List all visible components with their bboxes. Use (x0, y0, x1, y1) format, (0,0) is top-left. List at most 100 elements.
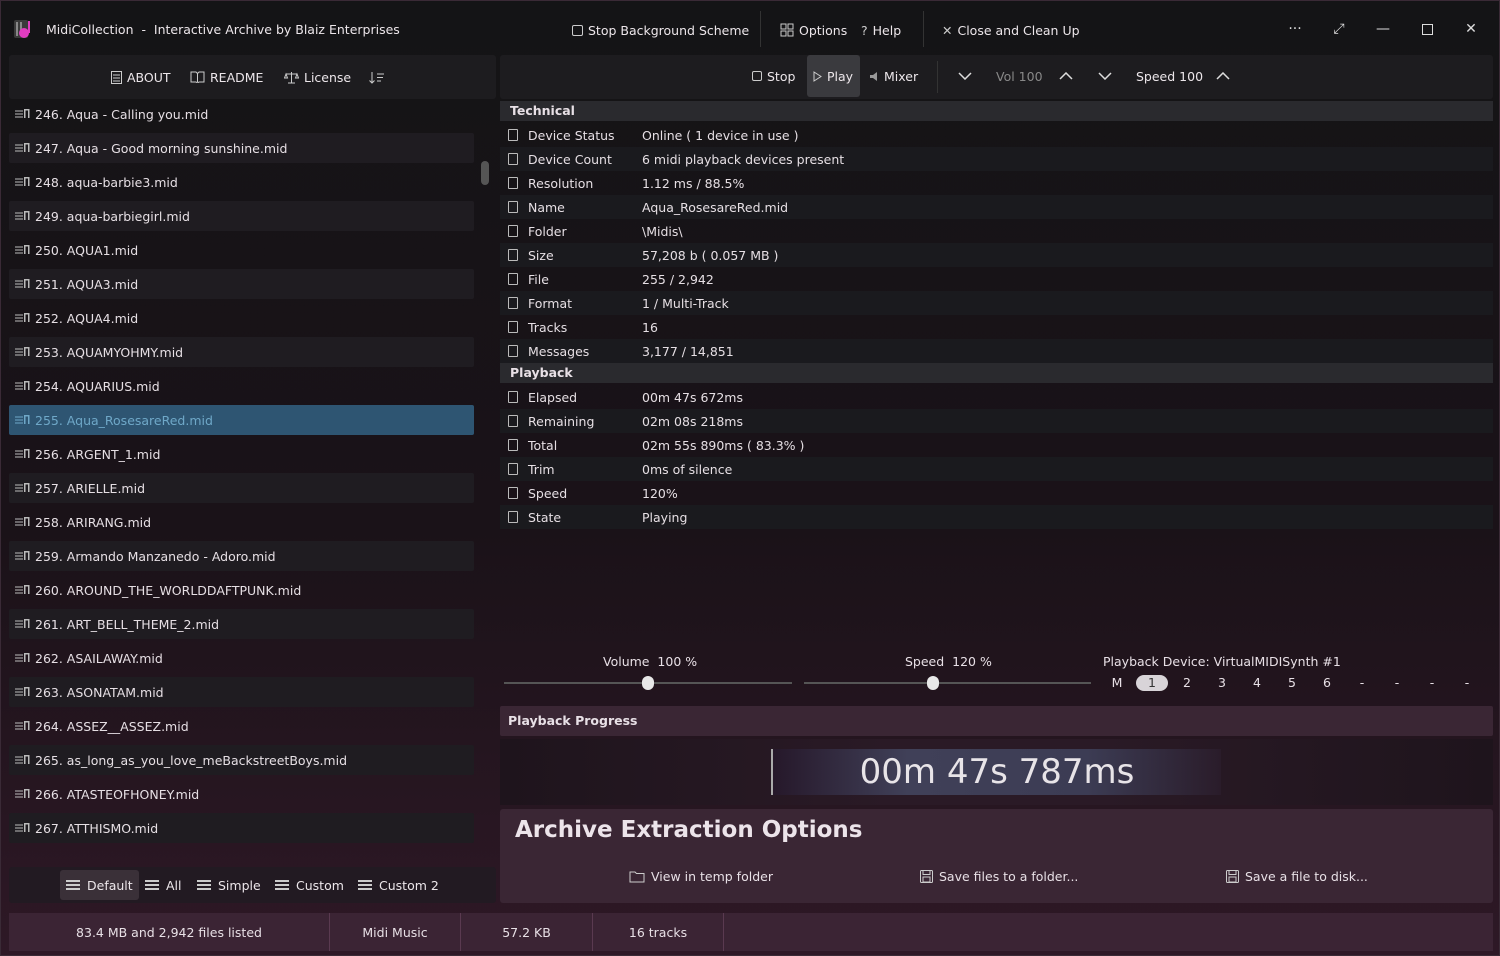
channel-button[interactable]: 6 (1311, 675, 1343, 691)
file-list-item[interactable]: 251. AQUA3.mid (9, 269, 474, 299)
file-list-item[interactable]: 267. ATTHISMO.mid (9, 813, 474, 843)
license-button[interactable]: License (284, 67, 351, 87)
save-file-to-disk-button[interactable]: Save a file to disk... (1226, 869, 1368, 884)
file-name: 246. Aqua - Calling you.mid (35, 106, 209, 122)
channel-button[interactable]: 3 (1206, 675, 1238, 691)
file-list-item[interactable]: 246. Aqua - Calling you.mid (9, 99, 474, 129)
file-list-item[interactable]: 259. Armando Manzanedo - Adoro.mid (9, 541, 474, 571)
mixer-button[interactable]: Mixer (863, 55, 924, 97)
more-icon[interactable]: ··· (1283, 17, 1307, 41)
file-list-item[interactable]: 255. Aqua_RosesareRed.mid (9, 405, 474, 435)
file-list-item[interactable]: 252. AQUA4.mid (9, 303, 474, 333)
file-list-item[interactable]: 260. AROUND_THE_WORLDDAFTPUNK.mid (9, 575, 474, 605)
file-list-item[interactable]: 248. aqua-barbie3.mid (9, 167, 474, 197)
file-name: 266. ATASTEOFHONEY.mid (35, 786, 200, 802)
speed-up-button[interactable] (1210, 55, 1236, 97)
file-list-item[interactable]: 264. ASSEZ__ASSEZ.mid (9, 711, 474, 741)
chevron-up-icon (1059, 72, 1073, 80)
file-list-item[interactable]: 253. AQUAMYOHMY.mid (9, 337, 474, 367)
channel-button[interactable]: 2 (1171, 675, 1203, 691)
info-value: \Midis\ (642, 223, 683, 239)
info-value: Aqua_RosesareRed.mid (642, 199, 789, 215)
info-value: 255 / 2,942 (642, 271, 714, 287)
file-list-item[interactable]: 266. ATASTEOFHONEY.mid (9, 779, 474, 809)
save-files-to-folder-button[interactable]: Save files to a folder... (920, 869, 1078, 884)
file-list-item[interactable]: 262. ASAILAWAY.mid (9, 643, 474, 673)
close-and-clean-up-button[interactable]: ✕ Close and Clean Up (942, 19, 1080, 41)
channel-button[interactable]: M (1101, 675, 1133, 691)
preset-simple-button[interactable]: Simple (191, 870, 267, 900)
channel-button[interactable]: - (1451, 675, 1483, 691)
file-list-item[interactable]: 256. ARGENT_1.mid (9, 439, 474, 469)
speed-label: Speed 120 % (905, 654, 992, 669)
help-icon: ? (861, 22, 868, 38)
play-button[interactable]: Play (807, 55, 860, 97)
sort-button[interactable] (369, 67, 385, 87)
info-row: Remaining 02m 08s 218ms (500, 409, 1493, 433)
music-note-icon (15, 345, 31, 359)
minimize-icon[interactable]: — (1371, 17, 1395, 41)
info-row: Name Aqua_RosesareRed.mid (500, 195, 1493, 219)
file-list-scrollbar[interactable] (481, 161, 489, 185)
help-label: Help (872, 22, 902, 38)
playback-progress-heading: Playback Progress (500, 706, 1493, 736)
list-icon (275, 880, 289, 890)
music-note-icon (15, 583, 31, 597)
music-note-icon (15, 481, 31, 495)
info-row: Format 1 / Multi-Track (500, 291, 1493, 315)
file-name: 264. ASSEZ__ASSEZ.mid (35, 718, 189, 734)
file-list-item[interactable]: 257. ARIELLE.mid (9, 473, 474, 503)
document-icon (508, 511, 518, 523)
preset-custom-button[interactable]: Custom (269, 870, 350, 900)
preset-custom2-button[interactable]: Custom 2 (352, 870, 445, 900)
status-summary: 83.4 MB and 2,942 files listed (76, 924, 262, 940)
channel-button[interactable]: 4 (1241, 675, 1273, 691)
stop-background-scheme-button[interactable]: Stop Background Scheme (572, 19, 749, 41)
channel-button[interactable]: - (1381, 675, 1413, 691)
info-row: Resolution 1.12 ms / 88.5% (500, 171, 1493, 195)
window-close-icon[interactable]: ✕ (1459, 17, 1483, 41)
about-button[interactable]: ABOUT (111, 67, 171, 87)
file-list-item[interactable]: 247. Aqua - Good morning sunshine.mid (9, 133, 474, 163)
file-list-item[interactable]: 250. AQUA1.mid (9, 235, 474, 265)
speed-down-button[interactable] (1092, 55, 1118, 97)
progress-time-display[interactable]: 00m 47s 787ms (771, 749, 1221, 795)
info-label: Remaining (528, 413, 595, 429)
volume-down-button[interactable] (952, 55, 978, 97)
channel-button[interactable]: - (1416, 675, 1448, 691)
document-icon (508, 391, 518, 403)
music-note-icon (15, 107, 31, 121)
help-button[interactable]: ? Help (861, 19, 901, 41)
file-list-item[interactable]: 265. as_long_as_you_love_meBackstreetBoy… (9, 745, 474, 775)
music-note-icon (15, 719, 31, 733)
volume-slider-knob[interactable] (642, 676, 654, 690)
speed-readout: Speed 100 (1136, 68, 1204, 84)
document-icon (508, 321, 518, 333)
info-value: 0ms of silence (642, 461, 733, 477)
file-list-item[interactable]: 249. aqua-barbiegirl.mid (9, 201, 474, 231)
channel-button[interactable]: 5 (1276, 675, 1308, 691)
fullscreen-icon[interactable]: ⤢ (1327, 17, 1351, 41)
channel-button[interactable]: - (1346, 675, 1378, 691)
stop-button[interactable]: Stop (746, 55, 801, 97)
preset-default-button[interactable]: Default (60, 870, 139, 900)
file-list-item[interactable]: 263. ASONATAM.mid (9, 677, 474, 707)
volume-up-button[interactable] (1053, 55, 1079, 97)
speed-slider-track[interactable] (804, 682, 1091, 684)
view-in-temp-folder-button[interactable]: View in temp folder (629, 869, 773, 884)
info-row: Messages 3,177 / 14,851 (500, 339, 1493, 363)
file-list-item[interactable]: 254. AQUARIUS.mid (9, 371, 474, 401)
list-icon (66, 880, 80, 890)
maximize-icon[interactable] (1415, 17, 1439, 41)
channel-button[interactable]: 1 (1136, 675, 1168, 691)
document-icon (508, 345, 518, 357)
file-list-item[interactable]: 261. ART_BELL_THEME_2.mid (9, 609, 474, 639)
speed-slider-knob[interactable] (927, 676, 940, 690)
info-row: Trim 0ms of silence (500, 457, 1493, 481)
checkbox-icon (572, 24, 583, 36)
readme-button[interactable]: README (190, 67, 263, 87)
preset-all-button[interactable]: All (139, 870, 188, 900)
file-list-item[interactable]: 258. ARIRANG.mid (9, 507, 474, 537)
options-button[interactable]: Options (780, 19, 847, 41)
file-list[interactable]: 246. Aqua - Calling you.mid 247. Aqua - G… (9, 99, 475, 849)
